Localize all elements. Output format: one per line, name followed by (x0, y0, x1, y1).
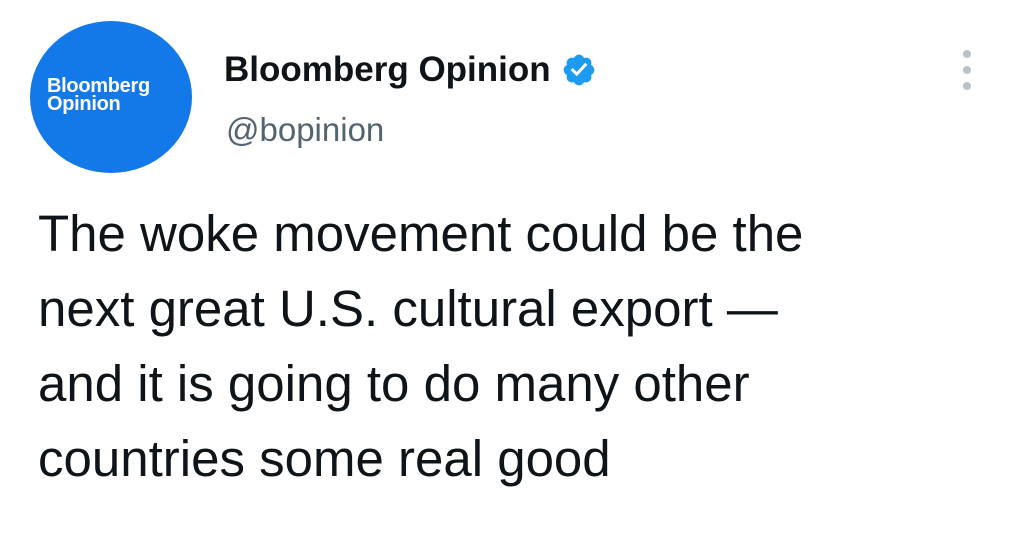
verified-badge-icon (563, 54, 595, 86)
avatar-logo-line2: Opinion (47, 93, 121, 115)
more-vertical-icon[interactable] (955, 44, 979, 96)
author-name-row: Bloomberg Opinion (224, 46, 597, 94)
avatar[interactable]: Bloomberg Opinion (30, 21, 192, 173)
display-name[interactable]: Bloomberg Opinion (224, 48, 551, 92)
tweet-text: The woke movement could be the next grea… (38, 205, 804, 487)
avatar-logo-text: Bloomberg Opinion (47, 76, 150, 115)
tweet-card: Bloomberg Opinion Bloomberg Opinion @bop… (0, 0, 1024, 536)
author-handle[interactable]: @bopinion (226, 108, 384, 152)
